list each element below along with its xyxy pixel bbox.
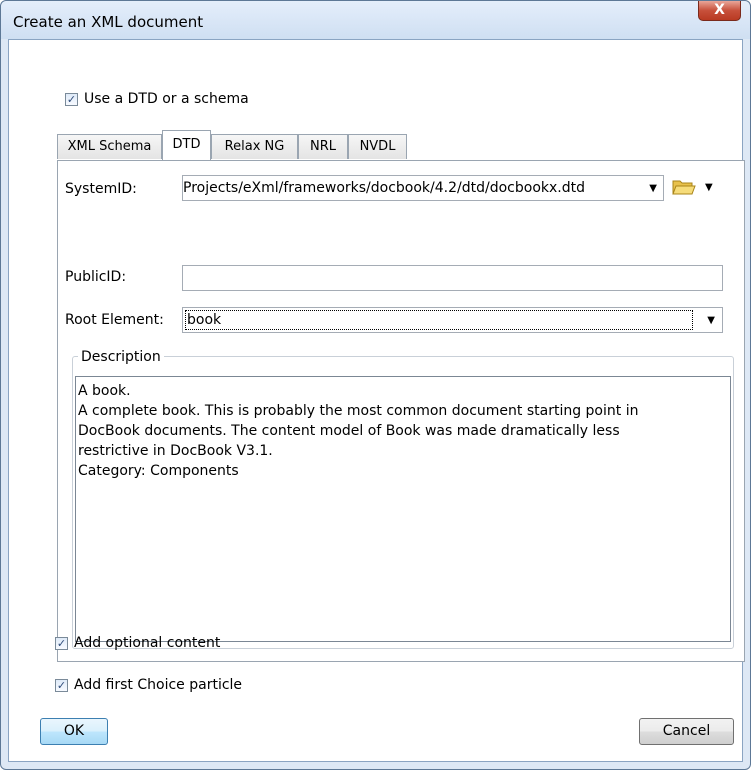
tab-label: NRL xyxy=(310,139,336,154)
optional-content-checkbox[interactable]: ✓ xyxy=(55,637,68,650)
checkmark-icon: ✓ xyxy=(56,679,67,692)
description-line: A book. xyxy=(78,383,131,399)
description-text: A book. A complete book. This is probabl… xyxy=(75,376,731,642)
checkmark-icon: ✓ xyxy=(66,93,77,106)
close-icon: X xyxy=(714,2,725,18)
window-title: Create an XML document xyxy=(13,13,204,31)
first-choice-label: Add first Choice particle xyxy=(74,677,243,693)
tab-label: DTD xyxy=(172,137,201,152)
dialog-body: ✓ Use a DTD or a schema XML Schema DTD R… xyxy=(8,39,745,762)
system-id-label: SystemID: xyxy=(65,181,137,197)
root-element-label: Root Element: xyxy=(65,312,164,328)
use-schema-checkbox[interactable]: ✓ xyxy=(65,93,78,106)
dialog-window: Create an XML document X ✓ Use a DTD or … xyxy=(0,0,751,770)
system-id-combobox[interactable]: Projects/eXml/frameworks/docbook/4.2/dtd… xyxy=(182,175,664,201)
system-id-value: Projects/eXml/frameworks/docbook/4.2/dtd… xyxy=(183,180,585,196)
tab-dtd[interactable]: DTD xyxy=(162,130,211,160)
tab-label: Relax NG xyxy=(224,139,285,154)
chevron-down-icon: ▼ xyxy=(649,183,657,194)
public-id-label: PublicID: xyxy=(65,269,127,285)
dtd-panel: SystemID: Projects/eXml/frameworks/docbo… xyxy=(57,160,745,662)
public-id-field[interactable] xyxy=(182,265,723,291)
optional-content-label: Add optional content xyxy=(74,635,221,651)
checkmark-icon: ✓ xyxy=(56,637,67,650)
title-bar: Create an XML document X xyxy=(1,1,750,39)
chevron-down-icon: ▼ xyxy=(707,315,715,326)
cancel-button[interactable]: Cancel xyxy=(639,718,734,745)
description-line: Category: Components xyxy=(78,463,239,479)
use-schema-label: Use a DTD or a schema xyxy=(84,91,249,107)
tab-label: XML Schema xyxy=(67,139,152,154)
description-line: A complete book. This is probably the mo… xyxy=(78,403,639,419)
close-button[interactable]: X xyxy=(698,1,741,21)
root-element-dropdown[interactable]: book ▼ xyxy=(182,307,723,333)
tab-relax-ng[interactable]: Relax NG xyxy=(211,134,298,159)
description-legend: Description xyxy=(78,349,164,365)
description-line: restrictive in DocBook V3.1. xyxy=(78,443,273,459)
tab-nvdl[interactable]: NVDL xyxy=(348,134,407,159)
tab-label: NVDL xyxy=(359,139,396,154)
root-element-value: book xyxy=(185,310,693,330)
ok-button[interactable]: OK xyxy=(40,718,108,745)
tab-xml-schema[interactable]: XML Schema xyxy=(57,134,162,159)
first-choice-checkbox[interactable]: ✓ xyxy=(55,679,68,692)
browse-menu-arrow-icon[interactable]: ▼ xyxy=(705,182,713,193)
description-line: DocBook documents. The content model of … xyxy=(78,423,620,439)
folder-open-icon[interactable] xyxy=(672,177,696,201)
tab-nrl[interactable]: NRL xyxy=(298,134,348,159)
